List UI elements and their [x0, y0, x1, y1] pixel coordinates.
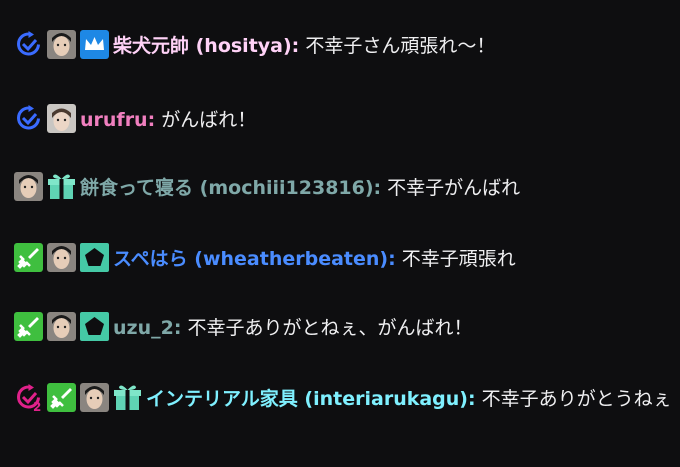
- user-avatar[interactable]: [47, 30, 76, 59]
- pentagon-badge-icon[interactable]: [80, 243, 109, 272]
- chat-message: urufru: がんばれ！: [14, 101, 674, 139]
- user-avatar[interactable]: [80, 383, 109, 412]
- gift-badge-icon[interactable]: [47, 172, 76, 201]
- username[interactable]: 餅食って寝る (mochiii123816):: [80, 177, 381, 199]
- sword-badge-icon[interactable]: [14, 243, 43, 272]
- message-text: 不幸子ありがとうねぇ: [475, 388, 672, 410]
- sub-tier-label: 2: [33, 400, 41, 412]
- chat-message: 餅食って寝る (mochiii123816): 不幸子がんばれ: [14, 169, 674, 207]
- chat-message: 柴犬元帥 (hositya): 不幸子さん頑張れ〜！: [14, 27, 674, 65]
- username[interactable]: 柴犬元帥 (hositya):: [113, 35, 299, 57]
- sword-badge-icon[interactable]: [14, 312, 43, 341]
- gift-badge-icon[interactable]: [113, 383, 142, 412]
- message-text: 不幸子がんばれ: [381, 177, 521, 199]
- username[interactable]: インテリアル家具 (interiarukagu):: [146, 388, 476, 410]
- chat-message: uzu_2: 不幸子ありがとねぇ、がんばれ！: [14, 309, 674, 347]
- message-text: 不幸子頑張れ: [395, 248, 516, 270]
- chat-message: スペはら (wheatherbeaten): 不幸子頑張れ: [14, 240, 674, 278]
- username[interactable]: urufru:: [80, 109, 155, 131]
- crown-badge-icon[interactable]: [80, 30, 109, 59]
- chat-log: 柴犬元帥 (hositya): 不幸子さん頑張れ〜！ urufru: がんばれ！…: [0, 0, 680, 467]
- user-avatar[interactable]: [47, 312, 76, 341]
- pentagon-badge-icon[interactable]: [80, 312, 109, 341]
- sword-badge-icon[interactable]: [47, 383, 76, 412]
- subscriber-tier2-icon[interactable]: 2: [14, 383, 43, 412]
- username[interactable]: uzu_2:: [113, 317, 181, 339]
- chat-message: 2 インテリアル家具 (interiarukagu): 不幸子ありがとうねぇ: [14, 380, 674, 418]
- message-text: がんばれ！: [155, 109, 257, 131]
- username[interactable]: スペはら (wheatherbeaten):: [113, 248, 396, 270]
- subscriber-icon[interactable]: [14, 30, 43, 59]
- user-avatar[interactable]: [47, 243, 76, 272]
- user-avatar[interactable]: [14, 172, 43, 201]
- message-text: 不幸子ありがとねぇ、がんばれ！: [181, 317, 473, 339]
- user-avatar[interactable]: [47, 104, 76, 133]
- message-text: 不幸子さん頑張れ〜！: [299, 35, 496, 57]
- subscriber-icon[interactable]: [14, 104, 43, 133]
